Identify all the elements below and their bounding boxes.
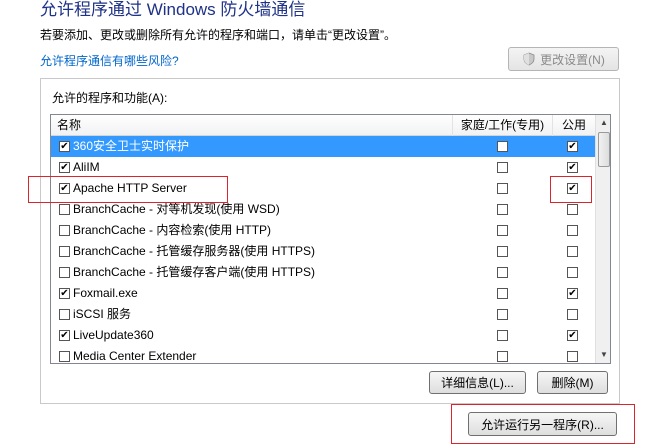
list-header: 名称 家庭/工作(专用) 公用 [51, 115, 595, 136]
home-work-checkbox[interactable] [497, 246, 508, 257]
group-label: 允许的程序和功能(A): [52, 91, 168, 105]
home-work-checkbox[interactable] [497, 225, 508, 236]
program-row[interactable]: iSCSI 服务 [51, 304, 595, 325]
allowed-programs-group: 允许的程序和功能(A): 名称 家庭/工作(专用) 公用 ✔ 360安全卫士实时保… [40, 78, 620, 404]
details-button[interactable]: 详细信息(L)... [429, 371, 526, 394]
home-work-checkbox[interactable] [497, 267, 508, 278]
program-row[interactable]: BranchCache - 内容检索(使用 HTTP) [51, 220, 595, 241]
public-checkbox[interactable] [567, 225, 578, 236]
public-checkbox[interactable] [567, 246, 578, 257]
public-checkbox[interactable]: ✔ [567, 141, 578, 152]
program-row[interactable]: ✔ AliIM ✔ [51, 157, 595, 178]
program-enabled-checkbox[interactable] [59, 246, 70, 257]
home-work-checkbox[interactable] [497, 162, 508, 173]
public-checkbox[interactable] [567, 309, 578, 320]
public-checkbox[interactable] [567, 204, 578, 215]
column-header-name[interactable]: 名称 [51, 115, 453, 136]
program-name: Media Center Extender [73, 349, 197, 363]
annotation-highlight-allow-button [451, 404, 635, 444]
risk-link[interactable]: 允许程序通信有哪些风险? [40, 52, 179, 69]
description-text: 若要添加、更改或删除所有允许的程序和端口，请单击“更改设置”。 [40, 28, 396, 42]
program-row[interactable]: ✔ 360安全卫士实时保护 ✔ [51, 136, 595, 157]
column-header-public[interactable]: 公用 [553, 115, 595, 136]
annotation-highlight-apache [28, 176, 228, 203]
vertical-scrollbar[interactable]: ▲ ▼ [595, 115, 610, 363]
change-settings-button[interactable]: 更改设置(N) [508, 47, 619, 71]
home-work-checkbox[interactable] [497, 204, 508, 215]
home-work-checkbox[interactable] [497, 183, 508, 194]
program-name: BranchCache - 内容检索(使用 HTTP) [73, 223, 272, 237]
program-row[interactable]: Media Center Extender [51, 346, 595, 363]
delete-button[interactable]: 删除(M) [537, 371, 608, 394]
home-work-checkbox[interactable] [497, 141, 508, 152]
public-checkbox[interactable] [567, 267, 578, 278]
uac-shield-icon [523, 52, 535, 66]
public-checkbox[interactable]: ✔ [567, 288, 578, 299]
program-name: BranchCache - 托管缓存服务器(使用 HTTPS) [73, 244, 316, 258]
program-name: iSCSI 服务 [73, 307, 132, 321]
public-checkbox[interactable]: ✔ [567, 162, 578, 173]
program-name: AliIM [73, 160, 100, 174]
annotation-highlight-public-checkbox [550, 176, 592, 203]
page-title: 允许程序通过 Windows 防火墙通信 [40, 0, 306, 19]
column-header-home[interactable]: 家庭/工作(专用) [453, 115, 553, 136]
program-row[interactable]: ✔ LiveUpdate360 ✔ [51, 325, 595, 346]
public-checkbox[interactable] [567, 351, 578, 362]
program-enabled-checkbox[interactable]: ✔ [59, 330, 70, 341]
program-rows: ✔ 360安全卫士实时保护 ✔ ✔ AliIM ✔ ✔ Apache HTTP Server ✔… [51, 136, 595, 363]
program-row[interactable]: BranchCache - 托管缓存服务器(使用 HTTPS) [51, 241, 595, 262]
scroll-thumb[interactable] [598, 132, 610, 167]
home-work-checkbox[interactable] [497, 288, 508, 299]
program-row[interactable]: ✔ Foxmail.exe ✔ [51, 283, 595, 304]
home-work-checkbox[interactable] [497, 330, 508, 341]
program-enabled-checkbox[interactable] [59, 351, 70, 362]
scroll-down-icon[interactable]: ▼ [596, 347, 610, 363]
program-enabled-checkbox[interactable]: ✔ [59, 288, 70, 299]
change-settings-label: 更改设置(N) [540, 52, 605, 67]
program-enabled-checkbox[interactable] [59, 309, 70, 320]
program-name: Foxmail.exe [73, 286, 138, 300]
program-name: LiveUpdate360 [73, 328, 154, 342]
home-work-checkbox[interactable] [497, 309, 508, 320]
scroll-up-icon[interactable]: ▲ [596, 115, 610, 131]
program-name: 360安全卫士实时保护 [73, 139, 190, 153]
program-enabled-checkbox[interactable]: ✔ [59, 141, 70, 152]
program-enabled-checkbox[interactable] [59, 267, 70, 278]
public-checkbox[interactable]: ✔ [567, 330, 578, 341]
program-row[interactable]: BranchCache - 托管缓存客户端(使用 HTTPS) [51, 262, 595, 283]
program-enabled-checkbox[interactable]: ✔ [59, 162, 70, 173]
program-name: BranchCache - 托管缓存客户端(使用 HTTPS) [73, 265, 316, 279]
programs-list[interactable]: 名称 家庭/工作(专用) 公用 ✔ 360安全卫士实时保护 ✔ ✔ AliIM ✔ ✔ Apa… [50, 114, 611, 364]
home-work-checkbox[interactable] [497, 351, 508, 362]
program-enabled-checkbox[interactable] [59, 225, 70, 236]
program-enabled-checkbox[interactable] [59, 204, 70, 215]
